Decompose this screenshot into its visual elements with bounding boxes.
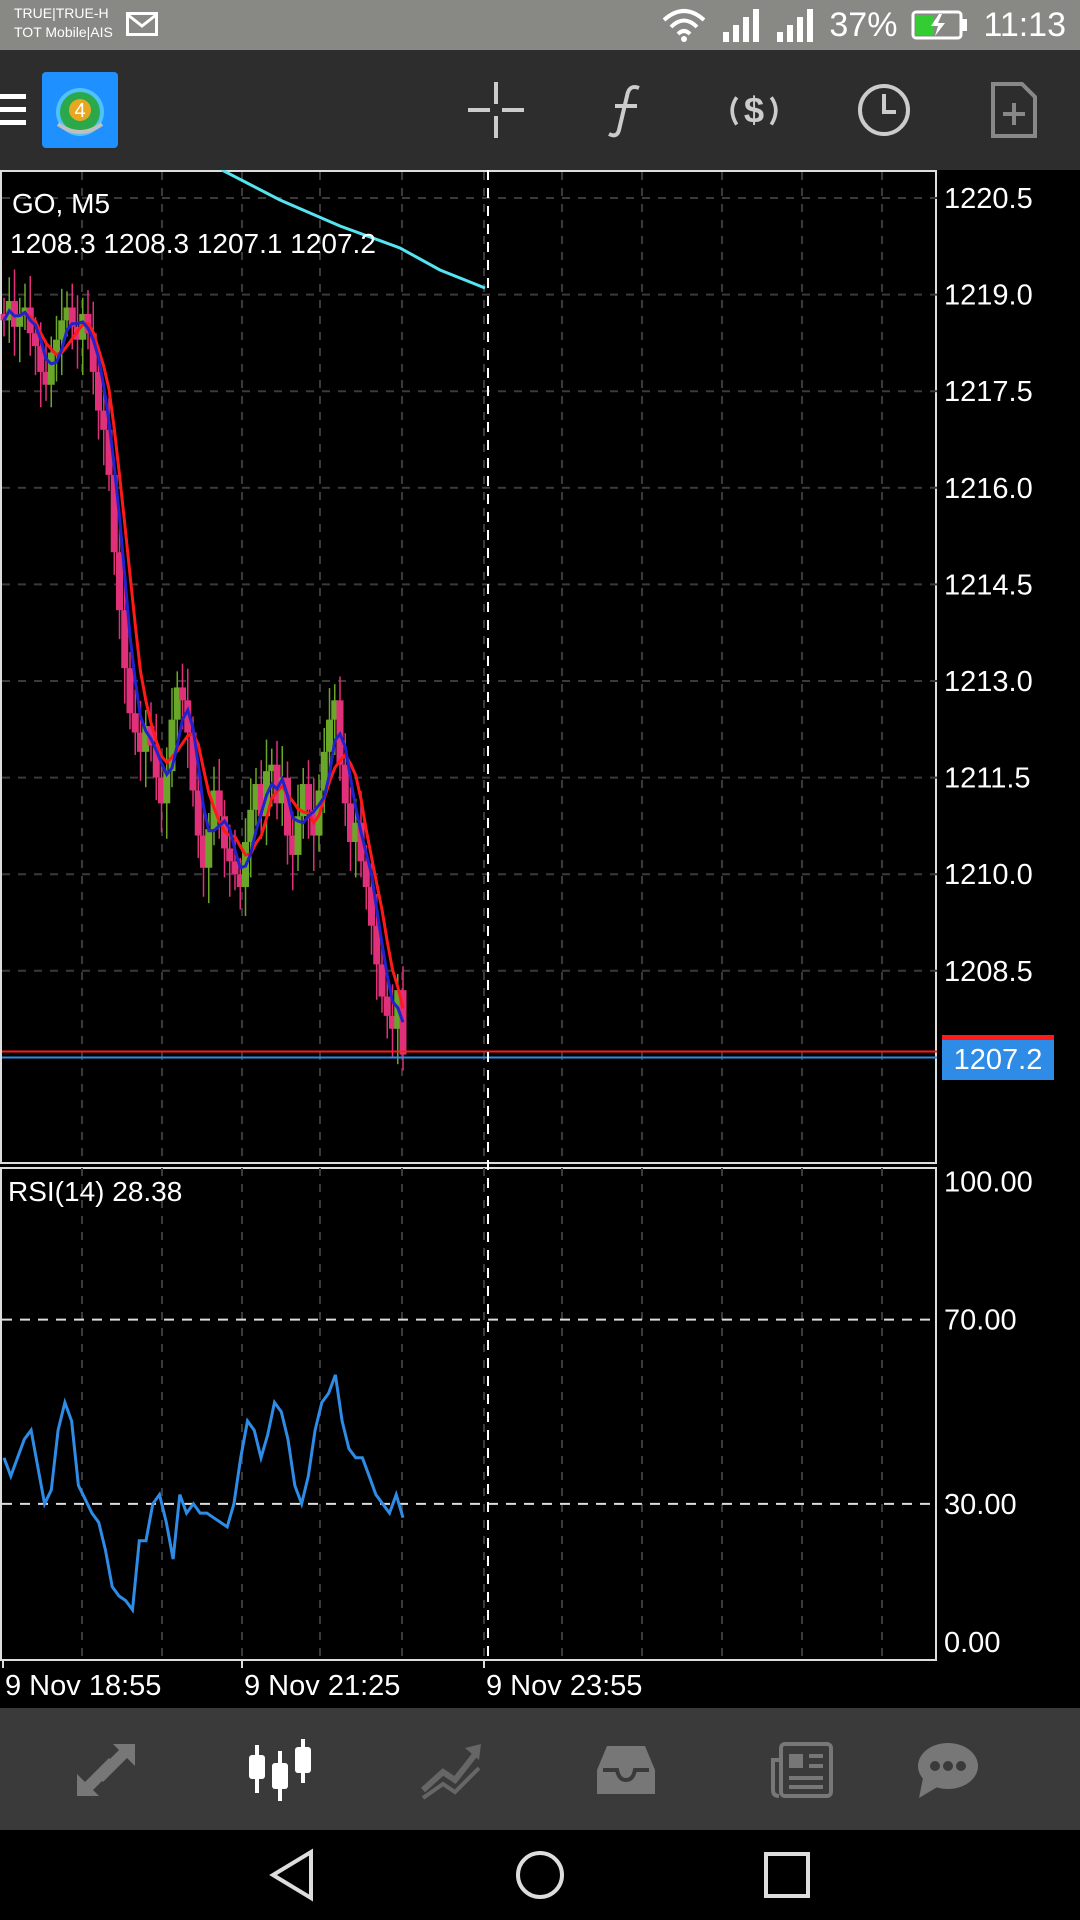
- back-button[interactable]: [262, 1845, 322, 1905]
- candle-body: [126, 668, 134, 714]
- indicators-button[interactable]: [595, 80, 655, 140]
- time-axis-label: 9 Nov 21:25: [244, 1670, 400, 1702]
- price-axis-label: 1217.5: [944, 376, 1033, 408]
- carrier-line-2: TOT Mobile|AIS: [14, 24, 113, 40]
- candle-body: [326, 719, 333, 752]
- tab-news[interactable]: [762, 1730, 842, 1810]
- candle-body: [305, 784, 312, 810]
- price-axis-label: 1213.0: [944, 666, 1033, 698]
- bottom-tab-bar: [0, 1708, 1080, 1830]
- time-axis-label: 9 Nov 23:55: [486, 1670, 642, 1702]
- chart-area[interactable]: 1220.5 1219.0 1217.5 1216.0 1214.5 1213.0 1211…: [0, 170, 1080, 1710]
- rsi-axis-label: 30.00: [944, 1489, 1017, 1521]
- rsi-axis-label: 100.00: [944, 1167, 1033, 1199]
- crosshair-icon: [468, 82, 524, 138]
- tab-quotes[interactable]: [66, 1730, 146, 1810]
- candle-body: [378, 964, 386, 997]
- mail-icon: [126, 12, 158, 36]
- candle-body: [194, 790, 202, 836]
- mt4-logo-icon: 4: [56, 88, 104, 136]
- rsi-axis-label: 70.00: [944, 1305, 1017, 1337]
- signal-icon-2: [777, 9, 814, 42]
- timeframe-button[interactable]: [854, 80, 914, 140]
- quotes-icon: [77, 1744, 135, 1796]
- price-axis-label: 1211.5: [944, 763, 1031, 795]
- tab-chart[interactable]: [240, 1730, 320, 1810]
- trade-dollar-icon: $: [730, 90, 778, 131]
- trade-icon: [420, 1744, 481, 1800]
- ohlc-values: 1208.3 1208.3 1207.1 1207.2: [10, 228, 376, 259]
- candle-body: [383, 996, 391, 1016]
- signal-icon-1: [723, 9, 760, 42]
- tab-chat[interactable]: [908, 1730, 988, 1810]
- chart-candles-icon: [249, 1739, 311, 1801]
- clock: 11:13: [983, 5, 1066, 44]
- wifi-icon: [663, 9, 706, 42]
- price-axis-label: 1216.0: [944, 473, 1033, 505]
- status-bar: TRUE|TRUE-H TOT Mobile|AIS 37% 11:13: [0, 0, 1080, 50]
- price-axis-label: 1220.5: [944, 183, 1033, 215]
- candle-body: [131, 713, 139, 733]
- moving-average-blue: [2, 308, 405, 1023]
- chat-icon: [918, 1743, 978, 1798]
- candle-body: [226, 848, 234, 862]
- menu-button[interactable]: [0, 80, 26, 140]
- menu-icon: [0, 94, 26, 125]
- rsi-line: [2, 1374, 405, 1614]
- candle-body: [100, 410, 108, 430]
- symbol-timeframe: GO, M5: [12, 188, 111, 219]
- candle-body: [205, 829, 213, 868]
- recents-icon: [764, 1852, 810, 1898]
- indicators-icon: [608, 85, 640, 138]
- tab-trade[interactable]: [412, 1730, 492, 1810]
- back-icon: [269, 1848, 313, 1902]
- trade-button[interactable]: $: [724, 80, 784, 140]
- news-icon: [771, 1742, 833, 1798]
- price-axis-label: 1208.5: [944, 956, 1033, 988]
- home-icon: [516, 1851, 564, 1899]
- price-axis-label: 1214.5: [944, 569, 1033, 601]
- carrier-info: TRUE|TRUE-H TOT Mobile|AIS: [14, 4, 113, 42]
- rsi-label: RSI(14) 28.38: [8, 1176, 183, 1207]
- new-document-icon: [991, 82, 1037, 138]
- svg-text:$: $: [744, 90, 764, 131]
- price-axis-label: 1210.0: [944, 859, 1033, 891]
- inbox-icon: [597, 1746, 655, 1794]
- clock-icon: [858, 84, 910, 136]
- candle-body: [47, 352, 55, 385]
- candle-body: [341, 764, 349, 804]
- current-price-label: 1207.2: [942, 1035, 1054, 1080]
- carrier-line-1: TRUE|TRUE-H: [14, 5, 109, 21]
- rsi-pane-border: [0, 1167, 937, 1661]
- app-logo[interactable]: 4: [42, 72, 118, 148]
- top-toolbar: 4 $: [0, 50, 1080, 170]
- crosshair-button[interactable]: [466, 80, 526, 140]
- system-nav-bar: [0, 1830, 1080, 1920]
- moving-average-red: [2, 308, 405, 1009]
- recents-button[interactable]: [757, 1845, 817, 1905]
- battery-percent: 37%: [829, 5, 898, 44]
- price-axis-label: 1219.0: [944, 280, 1033, 312]
- svg-text:4: 4: [74, 100, 85, 122]
- time-axis-label: 9 Nov 18:55: [5, 1670, 161, 1702]
- chart-svg[interactable]: 1220.5 1219.0 1217.5 1216.0 1214.5 1213.0 1211…: [0, 170, 1080, 1710]
- rsi-axis-label: 0.00: [944, 1627, 1000, 1659]
- home-button[interactable]: [510, 1845, 570, 1905]
- new-order-button[interactable]: [984, 80, 1044, 140]
- battery-charging-icon: [911, 10, 968, 40]
- candle-body: [179, 687, 186, 701]
- tab-history[interactable]: [586, 1730, 666, 1810]
- status-right: 37% 11:13: [661, 0, 1066, 50]
